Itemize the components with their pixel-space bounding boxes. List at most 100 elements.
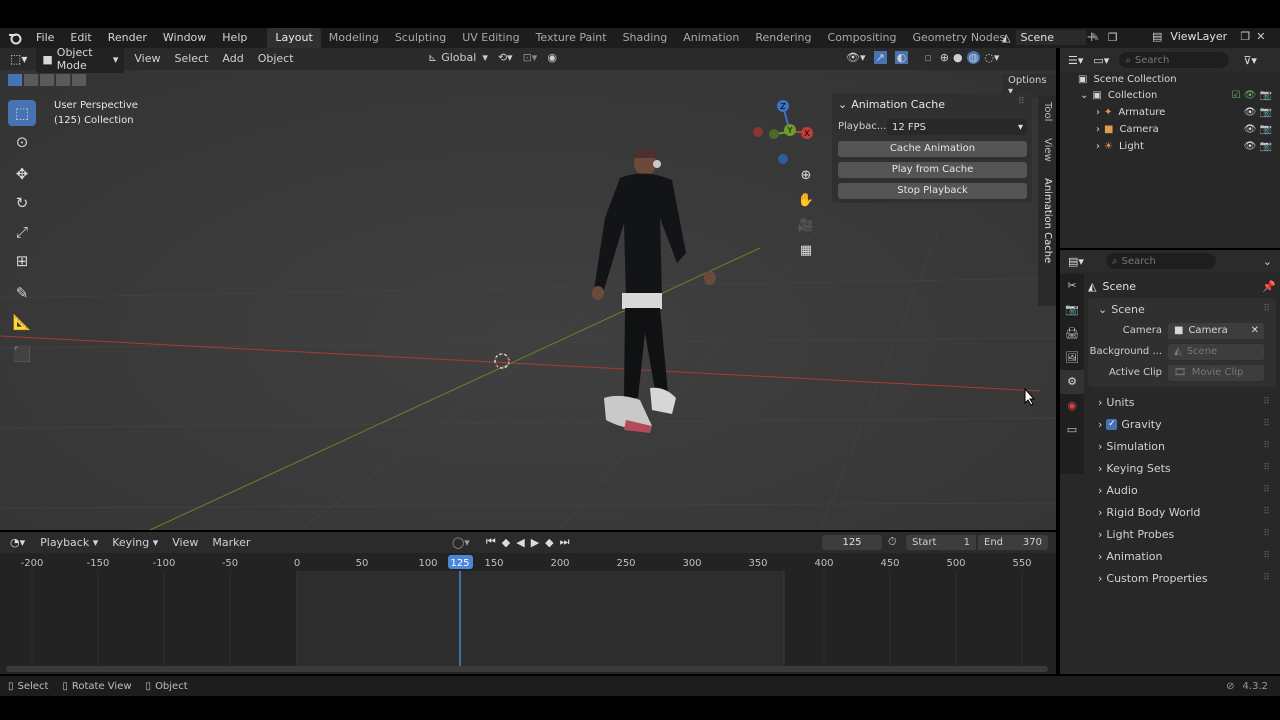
display-mode-icon[interactable]: ▭▾ — [1093, 54, 1109, 67]
add-cube-tool-icon[interactable]: ⬛ — [8, 341, 36, 367]
stop-playback-button[interactable]: Stop Playback — [838, 183, 1027, 199]
visibility-toggles-icon[interactable]: 👁 📷 — [1244, 107, 1272, 118]
drag-handle-icon[interactable]: ⠿ — [1263, 463, 1270, 473]
outliner-item-armature[interactable]: › ✦ Armature 👁 📷 — [1096, 107, 1280, 118]
transform-orientation-dropdown[interactable]: ⊾ Global ▾ ⟲▾ ⊡▾ ◉ — [428, 51, 557, 64]
jump-end-icon[interactable]: ⏭ — [560, 535, 570, 549]
pivot-icon[interactable]: ⟲▾ — [498, 51, 513, 64]
select-invert-icon[interactable] — [56, 74, 70, 86]
panel-header[interactable]: ⌄ Animation Cache — [838, 98, 945, 111]
pan-hand-icon[interactable]: ✋ — [795, 193, 817, 218]
xray-icon[interactable]: ▫ — [924, 51, 931, 64]
collection-tab-icon[interactable]: ▭ — [1060, 418, 1084, 442]
play-icon[interactable]: ▶ — [531, 536, 539, 549]
menu-add[interactable]: Add — [215, 48, 250, 70]
cursor-tool-icon[interactable]: ⊙ — [8, 129, 36, 155]
pin-icon[interactable]: 📌 — [1262, 280, 1276, 293]
light-probes-section[interactable]: › Light Probes ⠿ — [1088, 523, 1276, 545]
drag-handle-icon[interactable]: ⠿ — [1263, 441, 1270, 451]
outliner-item-camera[interactable]: › ■ Camera 👁 📷 — [1096, 124, 1280, 135]
gizmo-toggle-icon[interactable]: ↗ — [873, 51, 887, 64]
menu-window[interactable]: Window — [155, 28, 214, 48]
scene-section-header[interactable]: ⌄ Scene ⠿ — [1088, 298, 1276, 320]
auto-keying-icon[interactable]: ◯▾ — [452, 536, 470, 549]
snap-icon[interactable]: ⊡▾ — [523, 51, 538, 64]
editor-type-icon[interactable]: ◔▾ — [10, 536, 25, 549]
gizmo-neg-x-axis[interactable] — [753, 127, 763, 137]
animation-section[interactable]: › Animation ⠿ — [1088, 545, 1276, 567]
drag-handle-icon[interactable]: ⠿ — [1018, 97, 1025, 107]
pin-icon[interactable]: ✎ — [1090, 31, 1099, 44]
tab-modeling[interactable]: Modeling — [321, 28, 387, 48]
current-frame-field[interactable]: 125 — [822, 535, 882, 550]
play-reverse-icon[interactable]: ◀ — [516, 536, 524, 549]
output-tab-icon[interactable]: 🖨 — [1060, 322, 1084, 346]
timeline-area[interactable]: -200 -150 -100 -50 0 50 100 150 200 250 … — [0, 553, 1056, 674]
drag-handle-icon[interactable]: ⠿ — [1263, 485, 1270, 495]
audio-section[interactable]: › Audio ⠿ — [1088, 479, 1276, 501]
close-icon[interactable]: ✕ — [1251, 325, 1259, 336]
scale-tool-icon[interactable]: ⤢ — [8, 219, 36, 245]
drag-handle-icon[interactable]: ⠿ — [1263, 419, 1270, 429]
gizmo-neg-y-axis[interactable] — [769, 129, 779, 139]
simulation-section[interactable]: › Simulation ⠿ — [1088, 435, 1276, 457]
jump-keyframe-back-icon[interactable]: ◆ — [502, 536, 510, 549]
drag-handle-icon[interactable]: ⠿ — [1263, 573, 1270, 583]
drag-handle-icon[interactable]: ⠿ — [1263, 304, 1270, 314]
menu-select[interactable]: Select — [167, 48, 215, 70]
world-tab-icon[interactable]: ◉ — [1060, 394, 1084, 418]
gravity-checkbox[interactable]: ✓ — [1106, 418, 1118, 430]
checkbox-checked-icon[interactable]: ☑ 👁 📷 — [1232, 90, 1272, 101]
menu-render[interactable]: Render — [100, 28, 155, 48]
menu-timeline-view[interactable]: View — [165, 532, 205, 554]
menu-keying[interactable]: Keying ▾ — [105, 532, 165, 554]
custom-properties-section[interactable]: › Custom Properties ⠿ — [1088, 567, 1276, 589]
viewlayer-name[interactable]: ViewLayer — [1170, 30, 1234, 43]
menu-help[interactable]: Help — [214, 28, 255, 48]
filter-icon[interactable]: ⊽▾ — [1243, 54, 1257, 67]
wireframe-shading-icon[interactable]: ⊕ — [940, 51, 949, 64]
remove-viewlayer-icon[interactable]: ✕ — [1256, 30, 1265, 43]
tab-view[interactable]: View — [1042, 138, 1053, 162]
drag-handle-icon[interactable]: ⠿ — [1263, 551, 1270, 561]
viewlayer-selector[interactable]: ▤ ViewLayer ❐ ✕ — [1152, 30, 1266, 43]
drag-handle-icon[interactable]: ⠿ — [1263, 529, 1270, 539]
rotate-tool-icon[interactable]: ↻ — [8, 190, 36, 216]
tab-texture-paint[interactable]: Texture Paint — [528, 28, 615, 48]
tab-animation[interactable]: Animation — [675, 28, 747, 48]
menu-view[interactable]: View — [127, 48, 167, 70]
rigid-body-world-section[interactable]: › Rigid Body World ⠿ — [1088, 501, 1276, 523]
menu-edit[interactable]: Edit — [62, 28, 99, 48]
tab-rendering[interactable]: Rendering — [747, 28, 819, 48]
drag-handle-icon[interactable]: ⠿ — [1263, 397, 1270, 407]
cache-animation-button[interactable]: Cache Animation — [838, 141, 1027, 157]
timeline-scrollbar[interactable] — [6, 666, 1048, 672]
tab-geometry-nodes[interactable]: Geometry Nodes — [904, 28, 1013, 48]
menu-object[interactable]: Object — [251, 48, 301, 70]
3d-viewport[interactable]: Z X Y ⬚▾ ■ Object Mode ▾ View Select Add… — [0, 48, 1056, 530]
properties-search-input[interactable]: ⌕ Search — [1105, 253, 1216, 269]
new-viewlayer-icon[interactable]: ❐ — [1240, 30, 1250, 43]
gizmo-neg-z-axis[interactable] — [778, 154, 788, 164]
play-from-cache-button[interactable]: Play from Cache — [838, 162, 1027, 178]
visibility-toggles-icon[interactable]: 👁 📷 — [1244, 124, 1272, 135]
view-layer-tab-icon[interactable]: 🖼 — [1060, 346, 1084, 370]
drag-handle-icon[interactable]: ⠿ — [1263, 507, 1270, 517]
collection-row[interactable]: ⌄ ▣ Collection ☑ 👁 📷 — [1080, 90, 1280, 101]
tab-sculpting[interactable]: Sculpting — [387, 28, 454, 48]
perspective-toggle-icon[interactable]: ▦ — [795, 243, 817, 268]
units-section[interactable]: › Units ⠿ — [1088, 391, 1276, 413]
editor-type-icon[interactable]: ▤▾ — [1068, 255, 1084, 268]
tab-uv-editing[interactable]: UV Editing — [454, 28, 527, 48]
scene-name[interactable]: Scene — [1016, 30, 1087, 45]
scene-selector[interactable]: ◭ Scene ✎ ❐ — [1002, 30, 1118, 45]
tool-tab-icon[interactable]: ✂ — [1060, 274, 1084, 298]
camera-view-icon[interactable]: 🎥 — [795, 218, 817, 243]
menu-marker[interactable]: Marker — [205, 532, 257, 554]
mode-dropdown[interactable]: ■ Object Mode ▾ — [36, 48, 125, 73]
timeline-editor[interactable]: ◔▾ Playback ▾ Keying ▾ View Marker ◯▾ ⏮ … — [0, 532, 1056, 674]
scene-tab-icon[interactable]: ⚙ — [1060, 370, 1084, 394]
tab-layout[interactable]: Layout — [267, 28, 321, 48]
select-tool-icon[interactable]: ⬚ — [8, 100, 36, 126]
network-icon[interactable]: ⊘ — [1226, 681, 1234, 692]
